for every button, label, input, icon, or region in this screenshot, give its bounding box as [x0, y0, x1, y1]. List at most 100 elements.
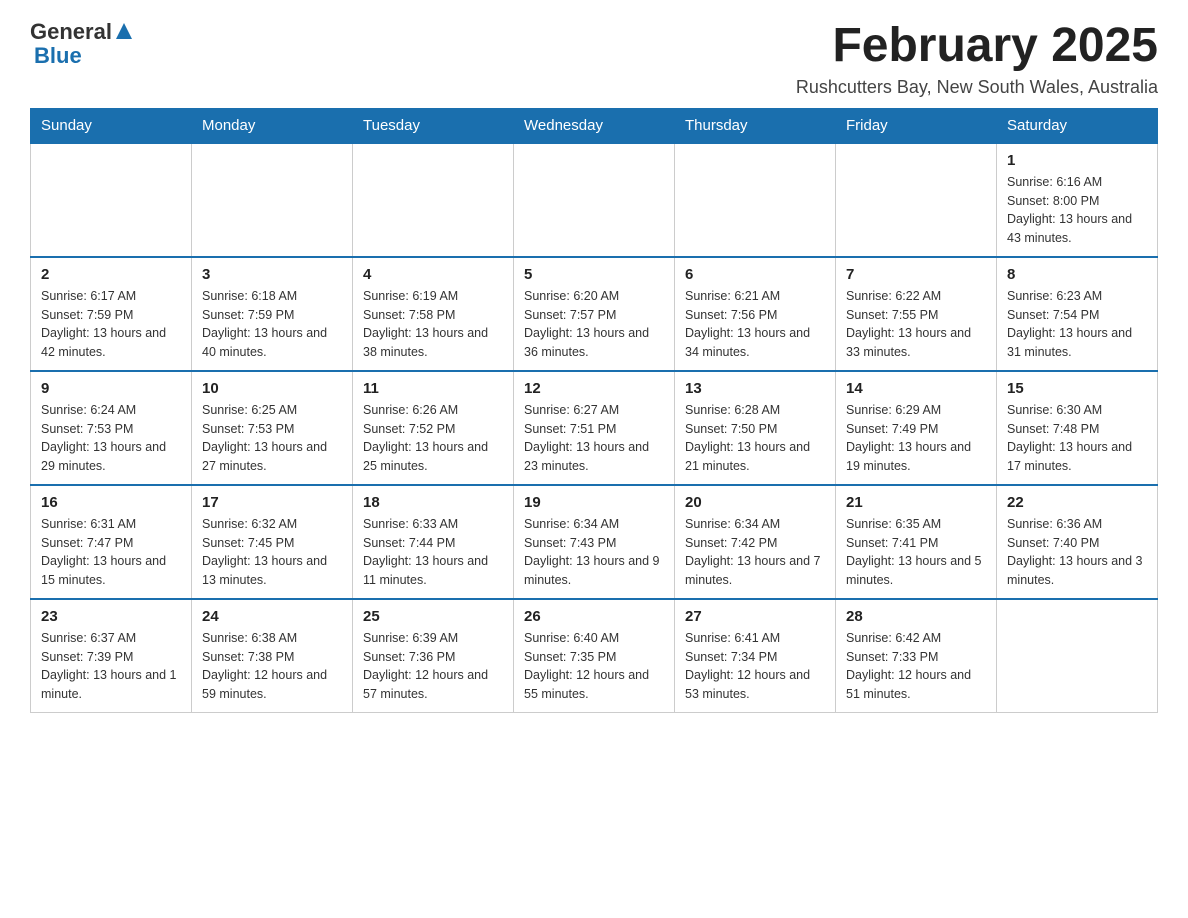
day-number: 15: [1007, 380, 1147, 397]
calendar-cell: 4 Sunrise: 6:19 AM Sunset: 7:58 PM Daylig…: [353, 257, 514, 371]
day-info: Sunrise: 6:17 AM Sunset: 7:59 PM Dayligh…: [41, 287, 181, 362]
calendar-header-row: SundayMondayTuesdayWednesdayThursdayFrid…: [31, 108, 1158, 143]
calendar-week-row: 1 Sunrise: 6:16 AM Sunset: 8:00 PM Daylig…: [31, 143, 1158, 257]
calendar-cell: 3 Sunrise: 6:18 AM Sunset: 7:59 PM Daylig…: [192, 257, 353, 371]
day-number: 9: [41, 380, 181, 397]
calendar-cell: 15 Sunrise: 6:30 AM Sunset: 7:48 PM Dayli…: [997, 371, 1158, 485]
day-info: Sunrise: 6:42 AM Sunset: 7:33 PM Dayligh…: [846, 629, 986, 704]
calendar-cell: 27 Sunrise: 6:41 AM Sunset: 7:34 PM Dayli…: [675, 599, 836, 713]
calendar-cell: 26 Sunrise: 6:40 AM Sunset: 7:35 PM Dayli…: [514, 599, 675, 713]
logo-text-blue: Blue: [34, 44, 134, 68]
day-info: Sunrise: 6:27 AM Sunset: 7:51 PM Dayligh…: [524, 401, 664, 476]
calendar-cell: 24Sunrise: 6:38 AM Sunset: 7:38 PM Dayli…: [192, 599, 353, 713]
column-header-wednesday: Wednesday: [514, 108, 675, 143]
day-number: 12: [524, 380, 664, 397]
calendar-week-row: 16 Sunrise: 6:31 AM Sunset: 7:47 PM Dayli…: [31, 485, 1158, 599]
day-number: 19: [524, 494, 664, 511]
calendar-cell: 14 Sunrise: 6:29 AM Sunset: 7:49 PM Dayli…: [836, 371, 997, 485]
day-info: Sunrise: 6:37 AM Sunset: 7:39 PM Dayligh…: [41, 629, 181, 704]
day-info: Sunrise: 6:41 AM Sunset: 7:34 PM Dayligh…: [685, 629, 825, 704]
column-header-friday: Friday: [836, 108, 997, 143]
day-info: Sunrise: 6:34 AM Sunset: 7:42 PM Dayligh…: [685, 515, 825, 590]
day-info: Sunrise: 6:16 AM Sunset: 8:00 PM Dayligh…: [1007, 173, 1147, 248]
calendar-cell: 28 Sunrise: 6:42 AM Sunset: 7:33 PM Dayli…: [836, 599, 997, 713]
calendar-cell: 21 Sunrise: 6:35 AM Sunset: 7:41 PM Dayli…: [836, 485, 997, 599]
calendar-cell: 17 Sunrise: 6:32 AM Sunset: 7:45 PM Dayli…: [192, 485, 353, 599]
day-number: 22: [1007, 494, 1147, 511]
day-info: Sunrise: 6:23 AM Sunset: 7:54 PM Dayligh…: [1007, 287, 1147, 362]
day-number: 3: [202, 266, 342, 283]
calendar-cell: [997, 599, 1158, 713]
day-number: 11: [363, 380, 503, 397]
day-number: 16: [41, 494, 181, 511]
day-info: Sunrise: 6:18 AM Sunset: 7:59 PM Dayligh…: [202, 287, 342, 362]
day-number: 26: [524, 608, 664, 625]
day-info: Sunrise: 6:32 AM Sunset: 7:45 PM Dayligh…: [202, 515, 342, 590]
day-number: 7: [846, 266, 986, 283]
calendar-cell: 2 Sunrise: 6:17 AM Sunset: 7:59 PM Daylig…: [31, 257, 192, 371]
day-info: Sunrise: 6:26 AM Sunset: 7:52 PM Dayligh…: [363, 401, 503, 476]
day-info: Sunrise: 6:36 AM Sunset: 7:40 PM Dayligh…: [1007, 515, 1147, 590]
logo-text-general: General: [30, 20, 112, 44]
calendar-cell: [31, 143, 192, 257]
column-header-sunday: Sunday: [31, 108, 192, 143]
day-info: Sunrise: 6:21 AM Sunset: 7:56 PM Dayligh…: [685, 287, 825, 362]
calendar-table: SundayMondayTuesdayWednesdayThursdayFrid…: [30, 108, 1158, 713]
month-title: February 2025: [796, 20, 1158, 73]
day-number: 28: [846, 608, 986, 625]
calendar-cell: 12 Sunrise: 6:27 AM Sunset: 7:51 PM Dayli…: [514, 371, 675, 485]
calendar-cell: 25Sunrise: 6:39 AM Sunset: 7:36 PM Dayli…: [353, 599, 514, 713]
day-number: 4: [363, 266, 503, 283]
day-info: Sunrise: 6:31 AM Sunset: 7:47 PM Dayligh…: [41, 515, 181, 590]
day-number: 14: [846, 380, 986, 397]
calendar-cell: 18 Sunrise: 6:33 AM Sunset: 7:44 PM Dayli…: [353, 485, 514, 599]
day-number: 27: [685, 608, 825, 625]
day-number: 18: [363, 494, 503, 511]
calendar-cell: 1 Sunrise: 6:16 AM Sunset: 8:00 PM Daylig…: [997, 143, 1158, 257]
day-info: Sunrise: 6:19 AM Sunset: 7:58 PM Dayligh…: [363, 287, 503, 362]
day-info: Sunrise: 6:29 AM Sunset: 7:49 PM Dayligh…: [846, 401, 986, 476]
day-number: 23: [41, 608, 181, 625]
calendar-cell: 16 Sunrise: 6:31 AM Sunset: 7:47 PM Dayli…: [31, 485, 192, 599]
day-info: Sunrise: 6:34 AM Sunset: 7:43 PM Dayligh…: [524, 515, 664, 590]
column-header-saturday: Saturday: [997, 108, 1158, 143]
calendar-cell: 11 Sunrise: 6:26 AM Sunset: 7:52 PM Dayli…: [353, 371, 514, 485]
day-info: Sunrise: 6:40 AM Sunset: 7:35 PM Dayligh…: [524, 629, 664, 704]
calendar-cell: 23 Sunrise: 6:37 AM Sunset: 7:39 PM Dayli…: [31, 599, 192, 713]
page-header: General Blue February 2025 Rushcutters B…: [30, 20, 1158, 98]
day-info: Sunrise: 6:38 AM Sunset: 7:38 PM Dayligh…: [202, 629, 342, 704]
day-number: 6: [685, 266, 825, 283]
calendar-week-row: 9 Sunrise: 6:24 AM Sunset: 7:53 PM Daylig…: [31, 371, 1158, 485]
day-number: 13: [685, 380, 825, 397]
column-header-thursday: Thursday: [675, 108, 836, 143]
calendar-cell: [836, 143, 997, 257]
day-number: 10: [202, 380, 342, 397]
day-info: Sunrise: 6:35 AM Sunset: 7:41 PM Dayligh…: [846, 515, 986, 590]
calendar-cell: 8 Sunrise: 6:23 AM Sunset: 7:54 PM Daylig…: [997, 257, 1158, 371]
day-info: Sunrise: 6:33 AM Sunset: 7:44 PM Dayligh…: [363, 515, 503, 590]
calendar-cell: [514, 143, 675, 257]
day-number: 2: [41, 266, 181, 283]
day-number: 8: [1007, 266, 1147, 283]
calendar-cell: 5Sunrise: 6:20 AM Sunset: 7:57 PM Daylig…: [514, 257, 675, 371]
calendar-week-row: 23 Sunrise: 6:37 AM Sunset: 7:39 PM Dayli…: [31, 599, 1158, 713]
calendar-cell: [192, 143, 353, 257]
day-number: 21: [846, 494, 986, 511]
day-number: 1: [1007, 152, 1147, 169]
day-number: 17: [202, 494, 342, 511]
day-number: 25: [363, 608, 503, 625]
day-info: Sunrise: 6:24 AM Sunset: 7:53 PM Dayligh…: [41, 401, 181, 476]
calendar-cell: 7Sunrise: 6:22 AM Sunset: 7:55 PM Daylig…: [836, 257, 997, 371]
day-info: Sunrise: 6:30 AM Sunset: 7:48 PM Dayligh…: [1007, 401, 1147, 476]
calendar-cell: 13 Sunrise: 6:28 AM Sunset: 7:50 PM Dayli…: [675, 371, 836, 485]
calendar-cell: 22 Sunrise: 6:36 AM Sunset: 7:40 PM Dayli…: [997, 485, 1158, 599]
day-info: Sunrise: 6:28 AM Sunset: 7:50 PM Dayligh…: [685, 401, 825, 476]
calendar-cell: [675, 143, 836, 257]
logo: General Blue: [30, 20, 134, 68]
day-number: 20: [685, 494, 825, 511]
column-header-monday: Monday: [192, 108, 353, 143]
calendar-cell: 19 Sunrise: 6:34 AM Sunset: 7:43 PM Dayli…: [514, 485, 675, 599]
calendar-week-row: 2 Sunrise: 6:17 AM Sunset: 7:59 PM Daylig…: [31, 257, 1158, 371]
day-info: Sunrise: 6:25 AM Sunset: 7:53 PM Dayligh…: [202, 401, 342, 476]
title-section: February 2025 Rushcutters Bay, New South…: [796, 20, 1158, 98]
